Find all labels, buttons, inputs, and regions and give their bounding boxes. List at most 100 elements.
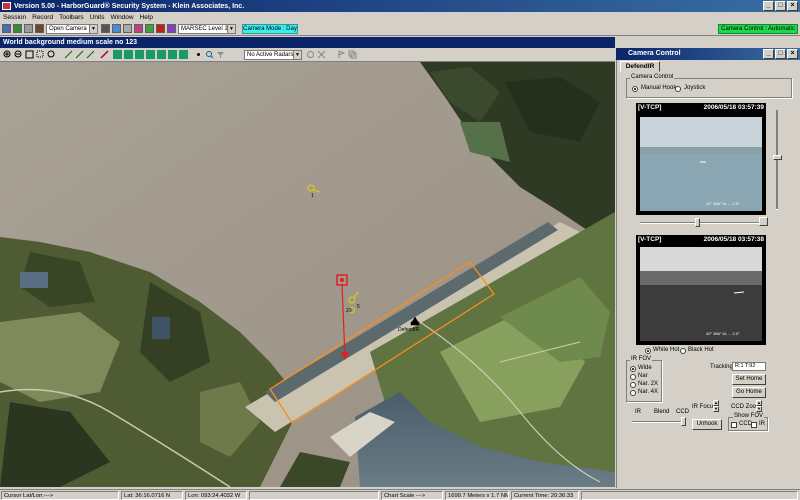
save-icon[interactable] <box>13 24 22 33</box>
ir-focus-down-button[interactable]: ▼ <box>713 406 719 412</box>
white-hot-radio[interactable] <box>645 348 651 354</box>
map-toolbar: No Active Radars ▼ <box>0 48 615 62</box>
radar-icon[interactable] <box>306 50 315 59</box>
camera-mode-badge[interactable]: Camera Mode : Day <box>242 24 298 34</box>
print-icon[interactable] <box>24 24 33 33</box>
panel-close-button[interactable]: × <box>787 49 798 59</box>
refresh-icon[interactable] <box>112 24 121 33</box>
zoom-extent-icon[interactable] <box>47 50 56 59</box>
joystick-radio[interactable] <box>675 86 681 92</box>
layer-1-icon[interactable] <box>113 50 122 59</box>
fov-nar-radio[interactable] <box>630 374 636 380</box>
measure-icon[interactable] <box>64 50 73 59</box>
close-button[interactable]: × <box>787 1 798 11</box>
radar-select[interactable]: No Active Radars ▼ <box>244 50 302 60</box>
fov-nar4x-radio[interactable] <box>630 390 636 396</box>
minimize-button[interactable]: _ <box>763 1 774 11</box>
marsec-icon[interactable] <box>167 24 176 33</box>
manual-hook-radio[interactable] <box>632 86 638 92</box>
layer-3-icon[interactable] <box>135 50 144 59</box>
show-fov-label: Show FOV <box>733 413 765 419</box>
layer-4-icon[interactable] <box>146 50 155 59</box>
menu-window[interactable]: Window <box>110 14 133 21</box>
maximize-button[interactable]: □ <box>775 1 786 11</box>
camera-control-badge[interactable]: Camera Control : Automatic <box>718 24 798 34</box>
ir-camera-video[interactable]: [V-TCP] 2006/05/18 03:57:38 42° 366° 6L … <box>636 235 766 345</box>
chevron-down-icon: ▼ <box>89 25 97 33</box>
zoom-box-icon[interactable] <box>36 50 45 59</box>
menu-bar: Session Record Toolbars Units Window Hel… <box>0 12 800 22</box>
fov-wide-label: Wide <box>638 365 652 371</box>
camera-icon[interactable] <box>101 24 110 33</box>
menu-record[interactable]: Record <box>32 14 53 21</box>
show-fov-ir-checkbox[interactable] <box>751 422 757 428</box>
camera-select[interactable]: Open Camera ▼ <box>46 24 98 34</box>
marsec-level-select[interactable]: MARSEC Level 1 ▼ <box>178 24 236 34</box>
video1-overlay: 42° 366° 6L ... 2.0° <box>706 201 740 206</box>
panel-minimize-button[interactable]: _ <box>763 49 774 59</box>
fov-wide-radio[interactable] <box>630 366 636 372</box>
map-window-title: World background medium scale no 123 <box>0 37 615 48</box>
ccd-zoom-down-button[interactable]: ▼ <box>756 406 762 412</box>
tracking-label: Tracking <box>710 364 733 370</box>
filter-icon[interactable] <box>216 50 225 59</box>
flag-icon[interactable] <box>337 50 346 59</box>
status-extra <box>581 491 798 500</box>
record-icon[interactable] <box>123 24 132 33</box>
joystick-label: Joystick <box>684 85 706 91</box>
alert-icon[interactable] <box>134 24 143 33</box>
pan-icon[interactable] <box>25 50 34 59</box>
menu-session[interactable]: Session <box>3 14 26 21</box>
black-hot-label: Black Hot <box>688 347 714 353</box>
layer-7-icon[interactable] <box>179 50 188 59</box>
network-icon[interactable] <box>145 24 154 33</box>
video2-source: [V-TCP] <box>638 236 662 243</box>
menu-toolbars[interactable]: Toolbars <box>59 14 84 21</box>
layer-2-icon[interactable] <box>124 50 133 59</box>
rsp-icon[interactable] <box>156 24 165 33</box>
blend-slider-thumb[interactable] <box>681 417 686 426</box>
pan-slider-thumb[interactable] <box>695 218 700 227</box>
layer-5-icon[interactable] <box>157 50 166 59</box>
find-icon[interactable] <box>205 50 214 59</box>
zoom-in-icon[interactable] <box>3 50 12 59</box>
tracking-value: R:1 T:92 <box>735 363 756 369</box>
pencil-icon[interactable] <box>100 50 109 59</box>
camera-control-title-text: Camera Control <box>628 50 681 57</box>
menu-units[interactable]: Units <box>90 14 105 21</box>
go-home-button[interactable]: Go Home <box>732 387 766 398</box>
fov-nar-label: Nar <box>638 373 648 379</box>
panel-maximize-button[interactable]: □ <box>775 49 786 59</box>
menu-help[interactable]: Help <box>140 14 153 21</box>
status-chart-size: 1699.7 Meters x 1.7 NM <box>445 491 509 500</box>
cross-icon[interactable] <box>317 50 326 59</box>
dot-icon[interactable] <box>194 50 203 59</box>
open-session-icon[interactable] <box>2 24 11 33</box>
target-label-5: 5 <box>357 304 360 310</box>
tab-defendir[interactable]: DefendIR <box>620 61 660 72</box>
set-home-button[interactable]: Set Home <box>732 374 766 385</box>
zoom-out-icon[interactable] <box>14 50 23 59</box>
tilt-slider-thumb[interactable] <box>773 155 782 160</box>
layer-6-icon[interactable] <box>168 50 177 59</box>
unhook-button[interactable]: Unhook <box>692 419 722 430</box>
map-view[interactable]: 1 5 20 DefendIR <box>0 62 615 487</box>
day-camera-video[interactable]: [V-TCP] 2006/05/18 03:57:39 42° 366° 6L … <box>636 103 766 215</box>
route-icon[interactable] <box>75 50 84 59</box>
show-fov-ccd-checkbox[interactable] <box>731 422 737 428</box>
ir-fov-label: IR FOV <box>630 356 653 362</box>
track-icon[interactable] <box>86 50 95 59</box>
camera-control-title: Camera Control _ □ × <box>616 48 800 60</box>
chevron-down-icon: ▼ <box>293 51 301 59</box>
pan-step-button[interactable] <box>759 217 768 226</box>
status-lat: Lat: 36:16.0716 N <box>121 491 183 500</box>
tracking-field[interactable]: R:1 T:92 <box>732 362 766 371</box>
main-toolbar: Open Camera ▼ MARSEC Level 1 ▼ Camera Mo… <box>0 22 800 36</box>
copy-icon[interactable] <box>348 50 357 59</box>
target-label-20: 20 <box>346 308 352 314</box>
app-icon <box>2 2 11 10</box>
settings-icon[interactable] <box>35 24 44 33</box>
fov-nar2x-label: Nar. 2X <box>638 381 659 387</box>
black-hot-radio[interactable] <box>680 348 686 354</box>
fov-nar2x-radio[interactable] <box>630 382 636 388</box>
